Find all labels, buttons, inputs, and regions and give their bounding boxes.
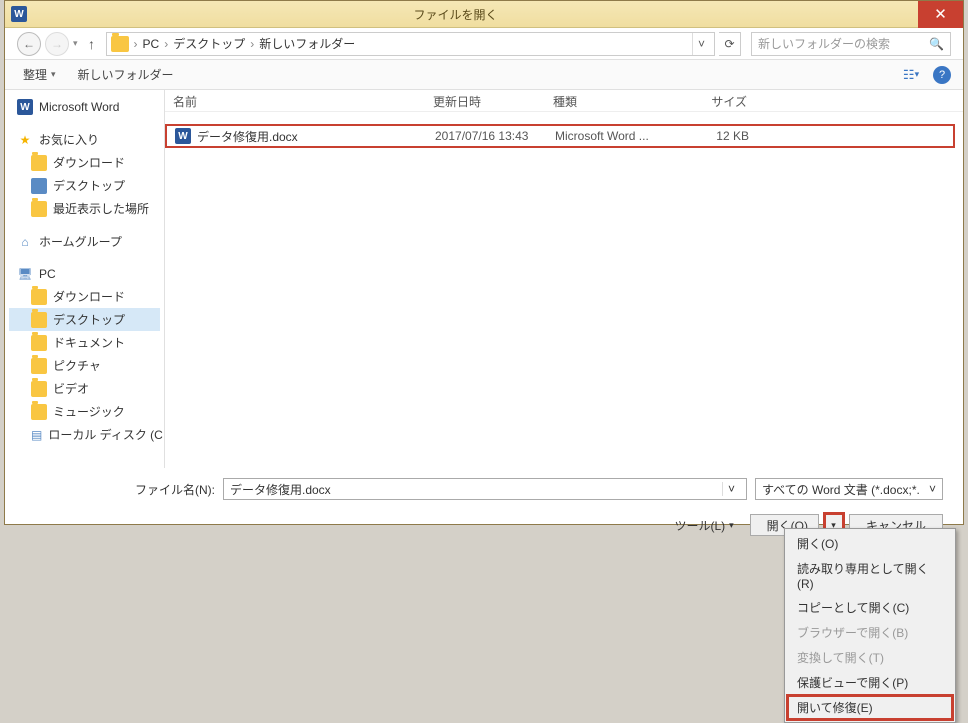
file-filter-select[interactable]: すべての Word 文書 (*.docx;*. ˅ [755, 478, 943, 500]
col-size[interactable]: サイズ [665, 90, 755, 111]
body-area: W Microsoft Word ★ お気に入り ダウンロード デスクトップ 最… [5, 90, 963, 468]
nav-bar: ← → ▾ ↑ › PC › デスクトップ › 新しいフォルダー ˅ ⟳ 新しい… [5, 28, 963, 60]
homegroup-icon: ⌂ [17, 234, 33, 250]
sidebar-item-word[interactable]: W Microsoft Word [9, 96, 160, 118]
menu-item-open-readonly[interactable]: 読み取り専用として開く(R) [787, 556, 953, 595]
chevron-down-icon: ▾ [51, 69, 56, 80]
sidebar-item-desktop[interactable]: デスクトップ [9, 174, 160, 197]
breadcrumb-part[interactable]: 新しいフォルダー [259, 35, 355, 52]
folder-icon [31, 155, 47, 171]
search-placeholder: 新しいフォルダーの検索 [758, 35, 929, 52]
sidebar-item-music[interactable]: ミュージック [9, 400, 160, 423]
sidebar-item-favorites[interactable]: ★ お気に入り [9, 128, 160, 151]
folder-icon [31, 381, 47, 397]
star-icon: ★ [17, 132, 33, 148]
breadcrumb[interactable]: › PC › デスクトップ › 新しいフォルダー ˅ [106, 32, 715, 56]
folder-icon [31, 358, 47, 374]
folder-icon [31, 335, 47, 351]
col-type[interactable]: 種類 [545, 90, 665, 111]
menu-item-open-copy[interactable]: コピーとして開く(C) [787, 595, 953, 620]
back-button[interactable]: ← [17, 32, 41, 56]
folder-icon [31, 201, 47, 217]
breadcrumb-part[interactable]: デスクトップ [173, 35, 245, 52]
pc-icon: 🖥 [17, 266, 33, 282]
menu-item-open-repair[interactable]: 開いて修復(E) [787, 695, 953, 720]
sidebar-item-pc[interactable]: 🖥 PC [9, 263, 160, 285]
forward-button[interactable]: → [45, 32, 69, 56]
help-button[interactable]: ? [933, 66, 951, 84]
toolbar: 整理▾ 新しいフォルダー ☷ ▾ ? [5, 60, 963, 90]
col-name[interactable]: 名前 [165, 90, 425, 111]
file-open-dialog: W ファイルを開く ✕ ← → ▾ ↑ › PC › デスクトップ › 新しいフ… [4, 0, 964, 525]
menu-item-open-convert: 変換して開く(T) [787, 645, 953, 670]
breadcrumb-dropdown[interactable]: ˅ [692, 33, 710, 55]
breadcrumb-part[interactable]: PC [143, 37, 160, 51]
file-type: Microsoft Word ... [547, 129, 667, 143]
file-row[interactable]: W データ修復用.docx 2017/07/16 13:43 Microsoft… [165, 124, 955, 148]
sidebar: W Microsoft Word ★ お気に入り ダウンロード デスクトップ 最… [5, 90, 165, 468]
sidebar-item-downloads[interactable]: ダウンロード [9, 151, 160, 174]
col-date[interactable]: 更新日時 [425, 90, 545, 111]
folder-icon [31, 312, 47, 328]
file-list: 名前 更新日時 種類 サイズ W データ修復用.docx 2017/07/16 … [165, 90, 963, 468]
up-button[interactable]: ↑ [82, 36, 102, 52]
folder-icon [31, 289, 47, 305]
file-date: 2017/07/16 13:43 [427, 129, 547, 143]
word-icon: W [17, 99, 33, 115]
sidebar-item-homegroup[interactable]: ⌂ ホームグループ [9, 230, 160, 253]
new-folder-button[interactable]: 新しいフォルダー [72, 63, 180, 86]
sidebar-item-videos[interactable]: ビデオ [9, 377, 160, 400]
disk-icon: ▤ [31, 427, 42, 443]
word-icon: W [11, 6, 27, 22]
menu-item-open-browser: ブラウザーで開く(B) [787, 620, 953, 645]
file-name: データ修復用.docx [197, 128, 298, 145]
sidebar-item-localdisk[interactable]: ▤ローカル ディスク (C [9, 423, 160, 446]
chevron-down-icon: ˅ [929, 482, 936, 496]
chevron-down-icon[interactable]: ˅ [722, 482, 740, 496]
folder-icon [111, 36, 129, 52]
filename-label: ファイル名(N): [135, 481, 215, 498]
word-file-icon: W [175, 128, 191, 144]
tools-menu[interactable]: ツール(L) ▾ [674, 517, 733, 534]
organize-menu[interactable]: 整理▾ [17, 63, 62, 86]
menu-item-open-protected[interactable]: 保護ビューで開く(P) [787, 670, 953, 695]
chevron-down-icon[interactable]: ▾ [73, 38, 78, 49]
folder-icon [31, 404, 47, 420]
file-size: 12 KB [667, 129, 757, 143]
sidebar-item-downloads[interactable]: ダウンロード [9, 285, 160, 308]
file-list-header: 名前 更新日時 種類 サイズ [165, 90, 963, 112]
view-options-button[interactable]: ☷ ▾ [897, 65, 925, 85]
sidebar-item-recent[interactable]: 最近表示した場所 [9, 197, 160, 220]
desktop-icon [31, 178, 47, 194]
search-input[interactable]: 新しいフォルダーの検索 🔍 [751, 32, 951, 56]
refresh-button[interactable]: ⟳ [719, 32, 741, 56]
sidebar-item-documents[interactable]: ドキュメント [9, 331, 160, 354]
chevron-down-icon: ▾ [729, 520, 734, 531]
sidebar-item-pictures[interactable]: ピクチャ [9, 354, 160, 377]
dialog-title: ファイルを開く [33, 6, 918, 23]
open-dropdown-menu: 開く(O) 読み取り専用として開く(R) コピーとして開く(C) ブラウザーで開… [784, 528, 956, 723]
menu-item-open[interactable]: 開く(O) [787, 531, 953, 556]
close-button[interactable]: ✕ [918, 1, 963, 28]
sidebar-item-desktop[interactable]: デスクトップ [9, 308, 160, 331]
title-bar: W ファイルを開く ✕ [5, 1, 963, 28]
filename-input[interactable]: データ修復用.docx ˅ [223, 478, 747, 500]
search-icon: 🔍 [929, 37, 944, 51]
